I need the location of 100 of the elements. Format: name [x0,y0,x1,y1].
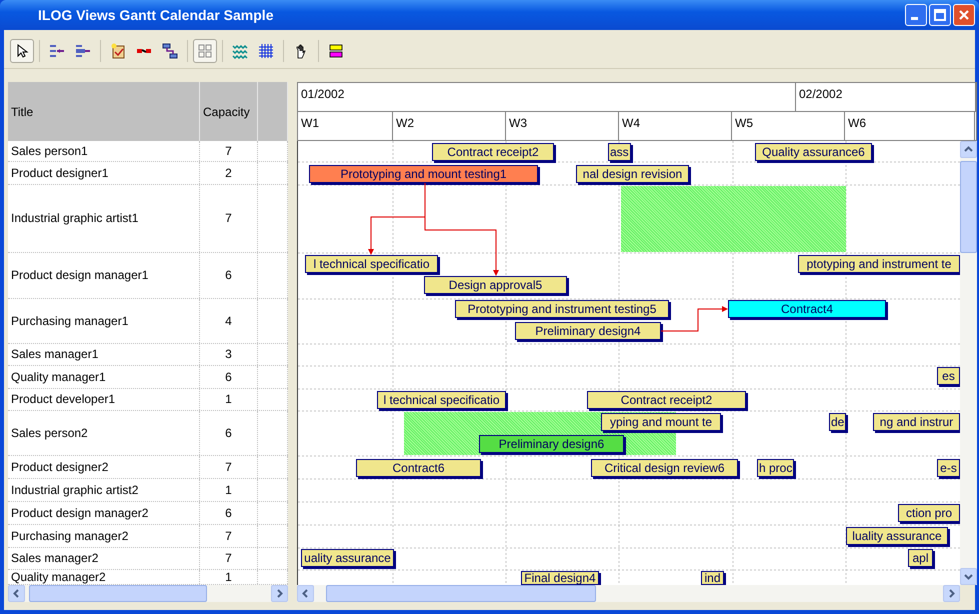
task-bar[interactable]: Critical design review6 [591,459,738,477]
task-bar[interactable]: Preliminary design6 [479,435,624,453]
chevron-left-icon [301,589,310,598]
grid-layout-button[interactable] [193,39,217,63]
task-bar[interactable]: apl [908,549,933,567]
scroll-thumb[interactable] [960,161,977,253]
task-bar[interactable]: uality assurance [301,549,394,567]
task-bar[interactable]: Prototyping and mount testing1 [309,165,538,183]
table-cell: Industrial graphic artist2 [8,479,200,501]
task-bar[interactable]: ind [701,571,724,585]
table-cell: 2 [200,162,258,184]
task-bar[interactable]: Final design4 [521,571,599,585]
scroll-up-button[interactable] [960,141,977,158]
chevron-left-icon [12,589,21,598]
task-bar[interactable]: Contract receipt2 [432,143,554,161]
table-cell: 1 [200,479,258,501]
grid-layout-icon [197,43,213,59]
clipboard-icon [110,43,126,59]
table-cell: Product designer2 [8,456,200,478]
table-cell: 7 [200,525,258,547]
chevron-right-icon [275,589,284,598]
table-cell: 7 [200,456,258,478]
table-cell: Sales person1 [8,141,200,161]
table-cell: Sales manager2 [8,548,200,569]
table-cell: Product design manager1 [8,253,200,298]
task-bar[interactable]: l technical specificatio [377,391,506,409]
minimize-button[interactable] [905,4,927,26]
scroll-down-button[interactable] [960,568,977,585]
table-cell: 1 [200,570,258,584]
task-bar[interactable]: luality assurance [846,527,948,545]
horizontal-scrollbar[interactable] [297,585,960,602]
scroll-thumb[interactable] [29,585,207,602]
week-label: W5 [732,112,845,140]
column-header[interactable]: Title [8,82,200,141]
pointer-button[interactable] [10,39,34,63]
scroll-right-button[interactable] [271,585,288,602]
table-cell: Sales person2 [8,411,200,455]
week-label: W4 [619,112,732,140]
table-cell: Sales manager1 [8,344,200,365]
task-bar[interactable]: e-s [937,459,960,477]
task-bar[interactable]: nal design revision [576,165,689,183]
grid-icon [258,43,274,59]
week-label: W2 [393,112,506,140]
table-cell: Quality manager1 [8,366,200,388]
chevron-right-icon [947,589,956,598]
task-bar[interactable]: es [937,367,960,385]
horizontal-scrollbar[interactable] [8,585,288,602]
task-bar[interactable]: Contract receipt2 [587,391,746,409]
maximize-button[interactable] [929,4,951,26]
table-cell: 4 [200,299,258,343]
task-bar[interactable]: de [829,413,846,431]
outdent-icon [49,43,65,59]
minimize-icon [911,17,918,20]
scroll-left-button[interactable] [297,585,314,602]
task-bar[interactable]: ass [608,143,631,161]
week-label: W3 [506,112,619,140]
task-bar[interactable]: yping and mount te [601,413,721,431]
vertical-scrollbar[interactable] [960,141,977,585]
month-label: 02/2002 [796,83,976,111]
scroll-right-button[interactable] [943,585,960,602]
task-bar[interactable]: l technical specificatio [305,255,438,273]
task-bar[interactable]: ng and instrur [873,413,960,431]
wave-rows-icon [232,43,248,59]
chevron-up-icon [964,145,973,154]
task-bar[interactable]: Preliminary design4 [515,322,661,340]
scroll-left-button[interactable] [8,585,25,602]
table-cell: Purchasing manager1 [8,299,200,343]
close-button[interactable] [953,4,975,26]
table-cell: 6 [200,502,258,524]
task-bar[interactable]: Quality assurance6 [755,143,872,161]
subtask-icon [162,43,178,59]
column-header[interactable]: Capacity [200,82,258,141]
week-label: W1 [298,112,393,140]
task-bar[interactable]: Design approval5 [424,276,567,294]
task-bar[interactable]: h proc [757,459,794,477]
window-title: ILOG Views Gantt Calendar Sample [38,7,274,23]
scroll-thumb[interactable] [326,585,596,602]
table-cell: 1 [200,389,258,410]
table-cell: Product design manager2 [8,502,200,524]
task-bar[interactable]: Prototyping and instrument testing5 [455,300,669,318]
task-bar[interactable]: Contract4 [728,300,886,318]
table-cell: Quality manager2 [8,570,200,584]
table-cell: Industrial graphic artist1 [8,185,200,252]
close-icon [958,9,970,21]
table-cell: 3 [200,344,258,365]
task-bar[interactable]: ction pro [898,504,960,522]
task-bar[interactable]: ptotyping and instrument te [798,255,960,273]
table-cell: Product designer1 [8,162,200,184]
month-label: 01/2002 [298,83,796,111]
dependency-arrow [660,306,728,332]
table-cell: 6 [200,366,258,388]
maximize-icon [934,9,946,21]
table-cell: 6 [200,253,258,298]
chevron-down-icon [964,572,973,581]
table-cell: 6 [200,411,258,455]
table-cell: 7 [200,185,258,252]
week-label: W6 [845,112,975,140]
table-cell: 7 [200,548,258,569]
task-bar[interactable]: Contract6 [356,459,481,477]
indent-icon [75,43,91,59]
